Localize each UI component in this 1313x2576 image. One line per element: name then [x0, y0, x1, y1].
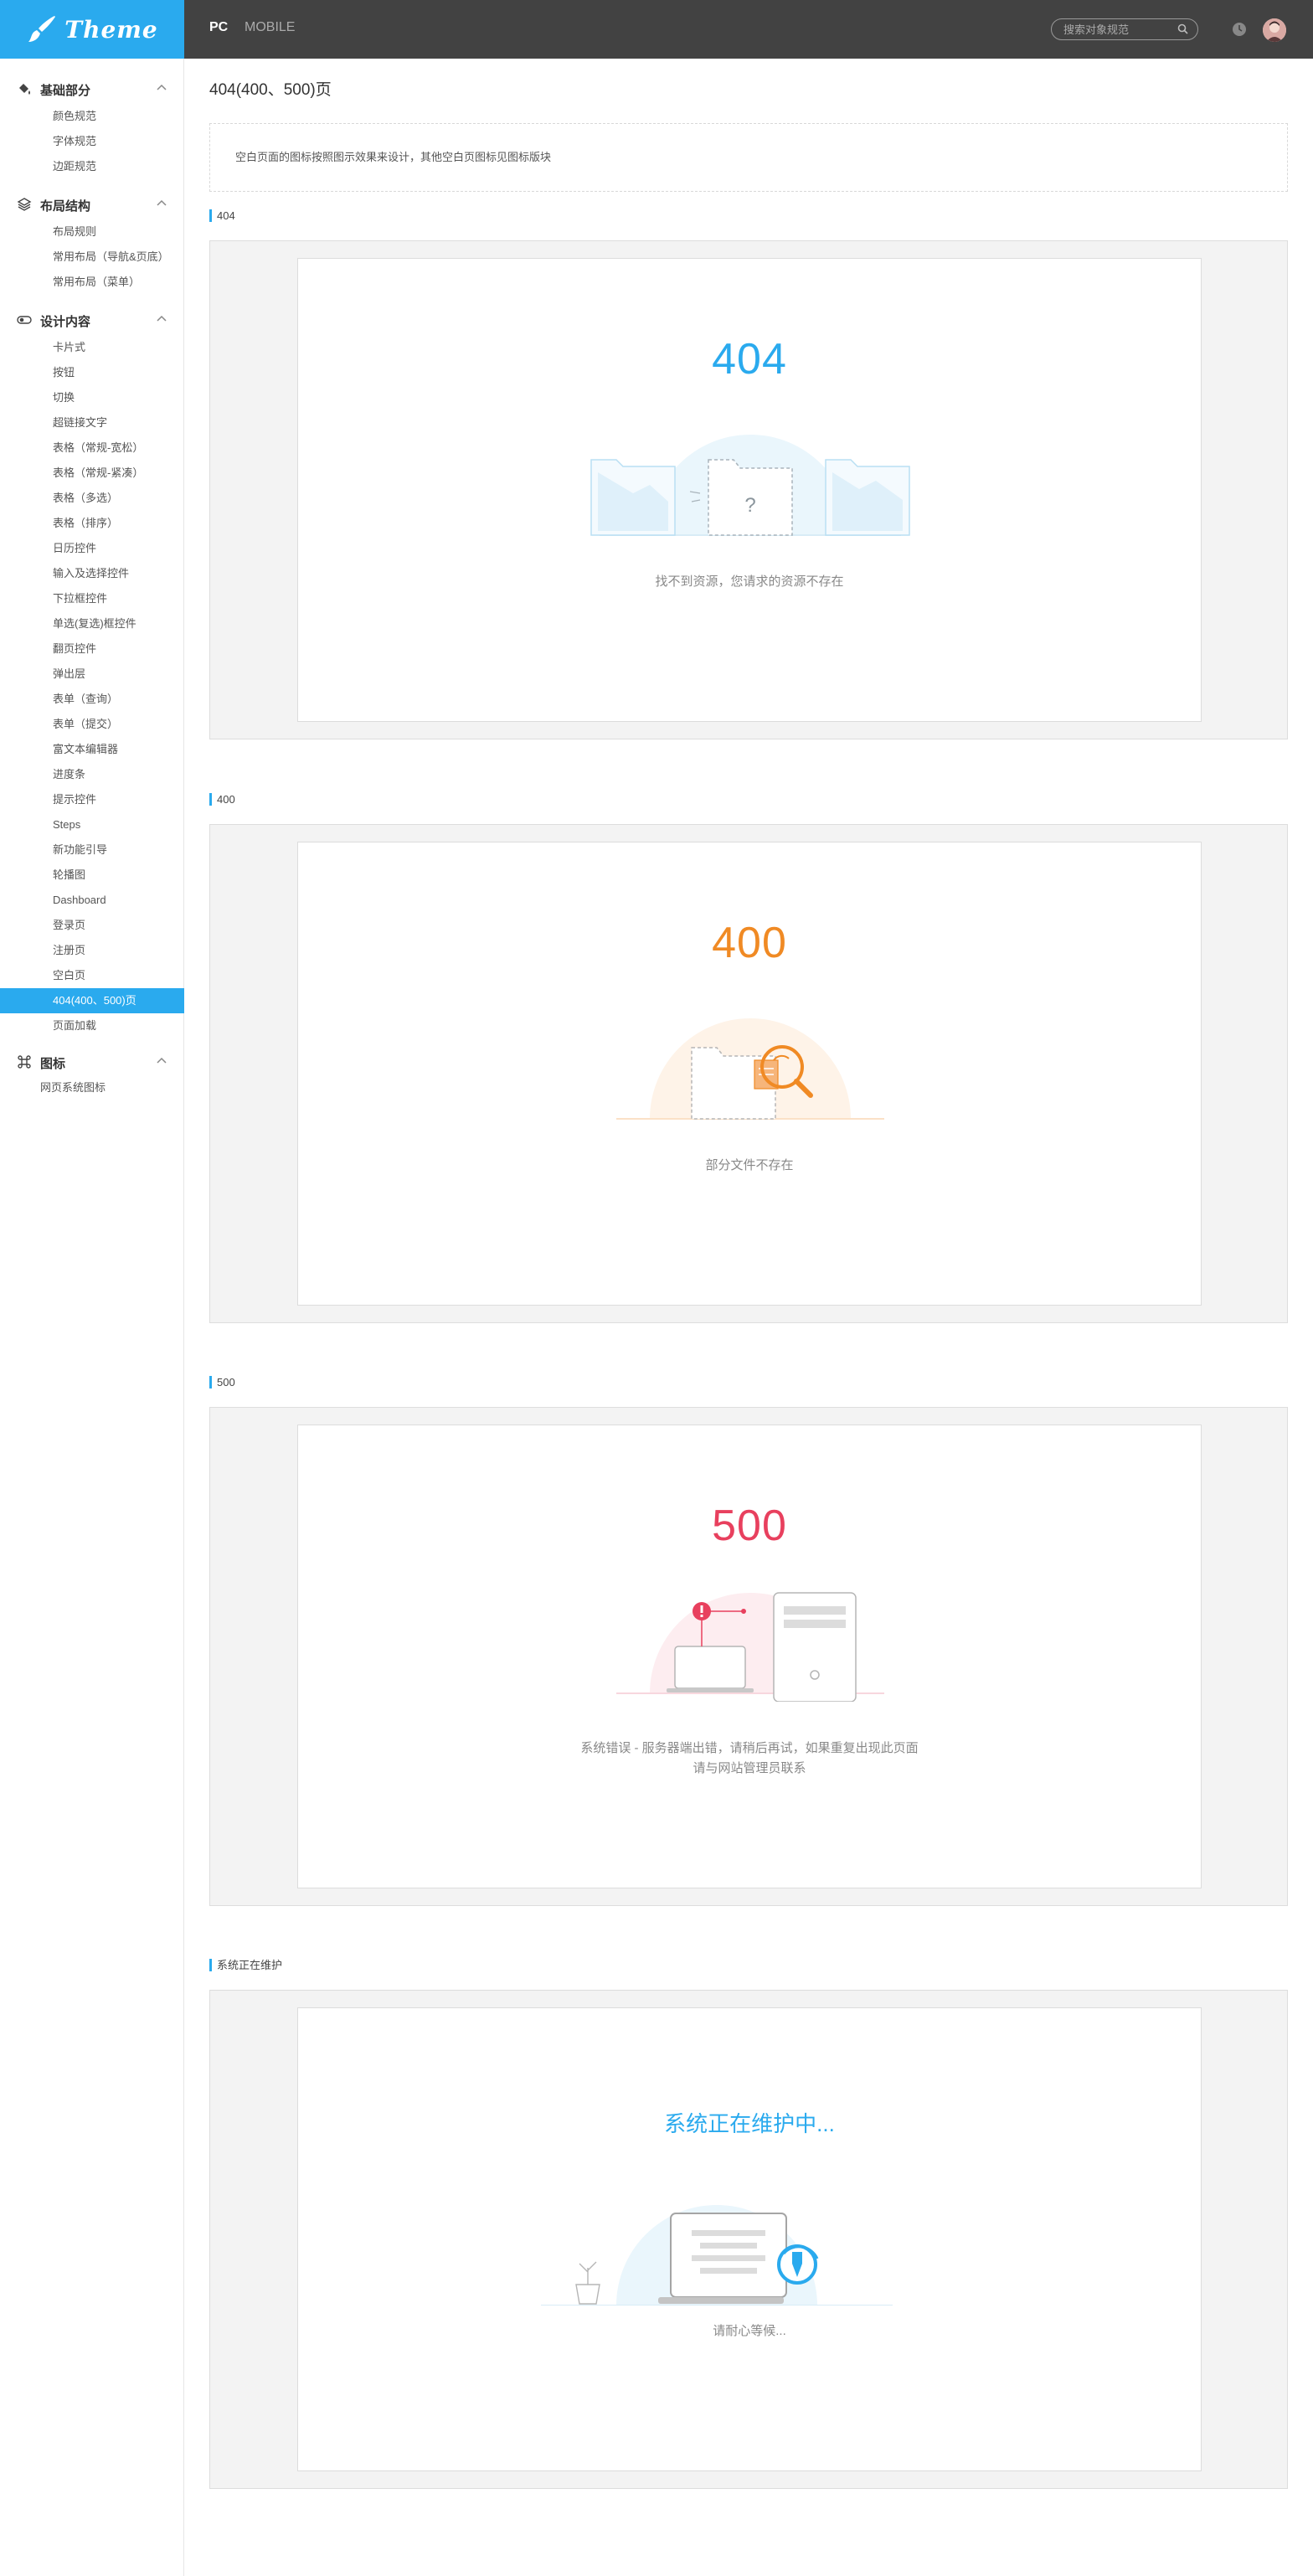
sidebar-item[interactable]: 轮播图	[0, 863, 184, 888]
maintenance-illustration	[541, 2205, 893, 2306]
sidebar-item[interactable]: 表格（多选）	[0, 486, 184, 511]
demo-card-maintenance: 系统正在维护中... 请耐心等候...	[297, 2007, 1202, 2471]
search-input[interactable]	[1063, 22, 1172, 37]
sidebar-item[interactable]: Dashboard	[0, 888, 184, 913]
error-description-400: 部分文件不存在	[705, 1158, 794, 1172]
sidebar-item[interactable]: 日历控件	[0, 536, 184, 561]
logo[interactable]: Theme	[0, 0, 184, 59]
tab-mobile[interactable]: MOBILE	[245, 20, 295, 35]
sidebar-group-title: 设计内容	[40, 315, 91, 329]
sidebar-item[interactable]: 富文本编辑器	[0, 737, 184, 762]
sidebar-group-icons[interactable]: 图标	[0, 1048, 184, 1074]
chevron-up-icon[interactable]	[156, 314, 167, 322]
section-label-500: 500	[209, 1376, 235, 1388]
logo-text: Theme	[64, 15, 158, 44]
sidebar-item[interactable]: 表格（常规-宽松）	[0, 435, 184, 461]
sidebar-item[interactable]: 输入及选择控件	[0, 561, 184, 586]
chevron-up-icon[interactable]	[156, 1056, 167, 1064]
top-header: Theme PC MOBILE	[0, 0, 1313, 59]
demo-frame-500: 500 系统错误 - 服务器端出错，请稍后再试，如果重复出现此页面 请与网站管理…	[209, 1407, 1288, 1906]
sidebar-group-title: 布局结构	[40, 199, 91, 214]
sidebar-item[interactable]: 切换	[0, 385, 184, 410]
sidebar-group-layout[interactable]: 布局结构	[0, 191, 184, 216]
sidebar-item[interactable]: 页面加载	[0, 1013, 184, 1038]
error-code-400: 400	[712, 919, 787, 967]
sidebar: 基础部分 颜色规范 字体规范 边距规范 布局结构 布局规则 常用布局（导航&页底…	[0, 59, 184, 2576]
demo-card-500: 500 系统错误 - 服务器端出错，请稍后再试，如果重复出现此页面 请与网站管理…	[297, 1425, 1202, 1888]
sidebar-item[interactable]: 表格（常规-紧凑）	[0, 461, 184, 486]
file-search-illustration	[616, 1018, 884, 1120]
sidebar-item[interactable]: 常用布局（菜单）	[0, 270, 184, 295]
sidebar-item[interactable]: 布局规则	[0, 219, 184, 245]
demo-card-404: 404 ? 找不到资源，您请求的资源不存在	[297, 258, 1202, 722]
sidebar-item[interactable]: 空白页	[0, 963, 184, 988]
sidebar-item[interactable]: 边距规范	[0, 154, 184, 179]
sidebar-item[interactable]: 卡片式	[0, 335, 184, 360]
sidebar-item[interactable]: 网页系统图标	[0, 1075, 184, 1100]
brush-icon	[28, 16, 56, 42]
error-description-500-line2: 请与网站管理员联系	[693, 1761, 806, 1775]
toggle-icon	[17, 316, 32, 324]
section-label-400: 400	[209, 793, 235, 806]
layers-icon	[17, 198, 32, 211]
sidebar-item[interactable]: 常用布局（导航&页底）	[0, 245, 184, 270]
maintenance-description: 请耐心等候...	[713, 2324, 786, 2338]
sidebar-item[interactable]: 字体规范	[0, 129, 184, 154]
error-description-500-line1: 系统错误 - 服务器端出错，请稍后再试，如果重复出现此页面	[580, 1741, 919, 1755]
section-label-maintenance: 系统正在维护	[209, 1959, 282, 1971]
avatar[interactable]	[1263, 18, 1286, 42]
sidebar-item[interactable]: 登录页	[0, 913, 184, 938]
chevron-up-icon[interactable]	[156, 198, 167, 207]
demo-frame-404: 404 ? 找不到资源，您请求的资源不存在	[209, 240, 1288, 739]
sidebar-item-active[interactable]: 404(400、500)页	[0, 988, 184, 1013]
maintenance-title: 系统正在维护中...	[664, 2111, 835, 2136]
command-icon	[18, 1055, 31, 1069]
sidebar-item[interactable]: 下拉框控件	[0, 586, 184, 611]
sidebar-item[interactable]: 翻页控件	[0, 636, 184, 662]
paint-bucket-icon	[19, 84, 30, 95]
folder-missing-illustration: ?	[590, 435, 910, 536]
error-code-500: 500	[712, 1502, 787, 1550]
user-avatar-icon	[1263, 18, 1286, 42]
sidebar-item[interactable]: 进度条	[0, 762, 184, 787]
sidebar-item[interactable]: 按钮	[0, 360, 184, 385]
sidebar-item[interactable]: 新功能引导	[0, 837, 184, 863]
section-label-404: 404	[209, 209, 235, 222]
search-icon[interactable]	[1177, 23, 1188, 34]
sidebar-item[interactable]: 表单（查询）	[0, 687, 184, 712]
sidebar-item[interactable]: 表格（排序）	[0, 511, 184, 536]
sidebar-item[interactable]: 颜色规范	[0, 104, 184, 129]
sidebar-item[interactable]: 单选(复选)框控件	[0, 611, 184, 636]
sidebar-item[interactable]: Steps	[0, 812, 184, 837]
search-box	[1051, 18, 1198, 40]
server-error-illustration	[616, 1592, 884, 1702]
page-title: 404(400、500)页	[209, 81, 332, 99]
sidebar-group-title: 基础部分	[40, 84, 91, 98]
clock-icon[interactable]	[1232, 22, 1247, 37]
sidebar-group-basic[interactable]: 基础部分	[0, 75, 184, 100]
error-code-404: 404	[712, 335, 787, 384]
sidebar-group-title: 图标	[40, 1057, 66, 1071]
notice-box: 空白页面的图标按照图示效果来设计，其他空白页图标见图标版块	[209, 123, 1288, 192]
sidebar-item[interactable]: 弹出层	[0, 662, 184, 687]
sidebar-item[interactable]: 提示控件	[0, 787, 184, 812]
chevron-up-icon[interactable]	[156, 83, 167, 91]
svg-text:?: ?	[744, 494, 755, 517]
demo-frame-400: 400 部分文件不存在	[209, 824, 1288, 1323]
tab-pc[interactable]: PC	[209, 20, 228, 35]
demo-card-400: 400 部分文件不存在	[297, 842, 1202, 1306]
sidebar-item[interactable]: 表单（提交）	[0, 712, 184, 737]
sidebar-group-design[interactable]: 设计内容	[0, 307, 184, 332]
sidebar-item[interactable]: 超链接文字	[0, 410, 184, 435]
error-description-404: 找不到资源，您请求的资源不存在	[655, 574, 844, 589]
demo-frame-maintenance: 系统正在维护中... 请耐心等候...	[209, 1990, 1288, 2489]
sidebar-item[interactable]: 注册页	[0, 938, 184, 963]
